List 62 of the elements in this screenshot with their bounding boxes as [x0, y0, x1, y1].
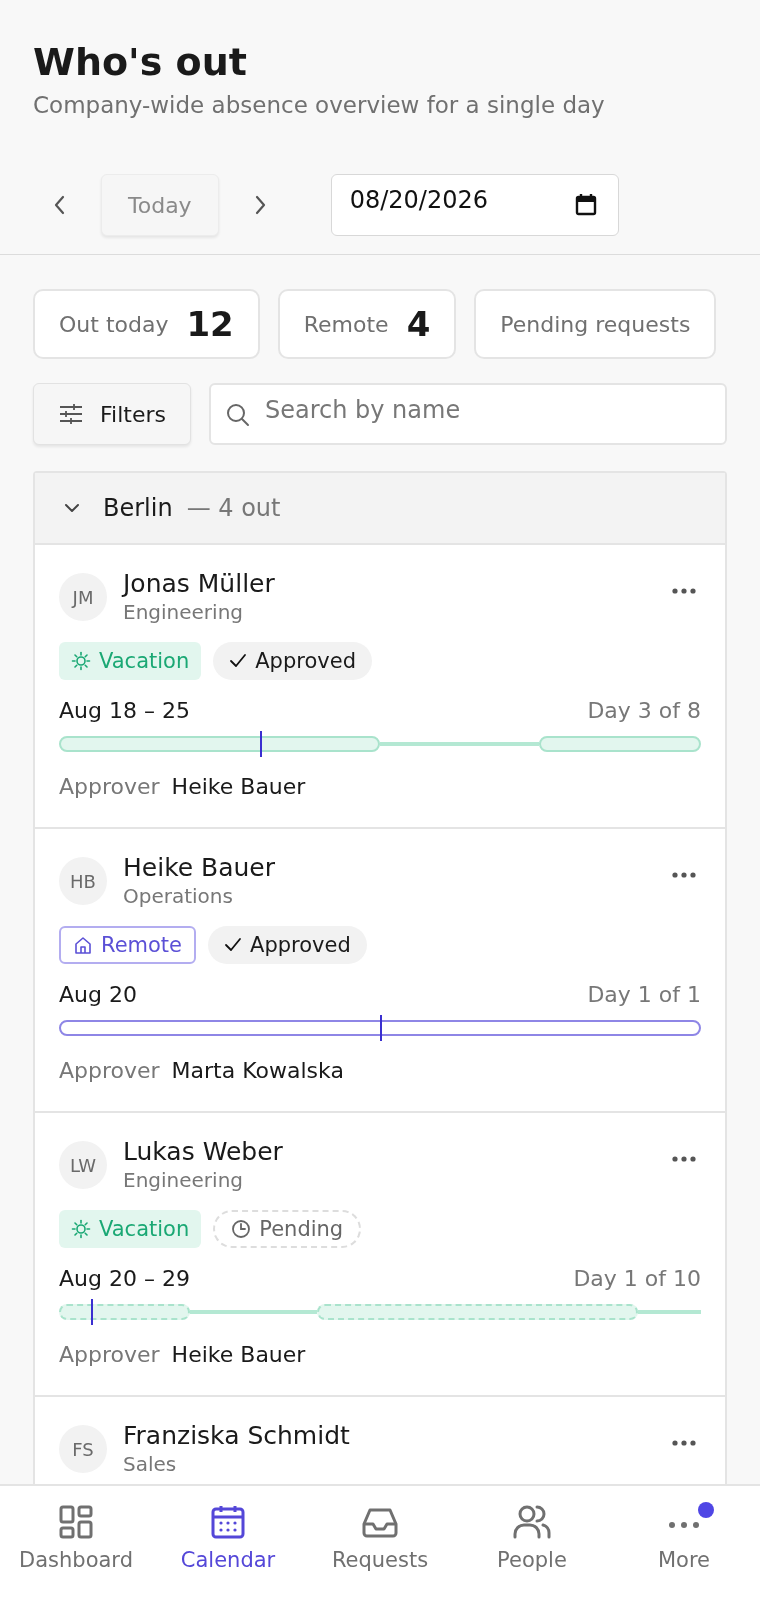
home-icon	[73, 935, 93, 955]
avatar: JM	[59, 573, 107, 621]
search-field[interactable]: Search by name	[208, 383, 727, 445]
approver-name: Heike Bauer	[171, 774, 306, 799]
nav-tab[interactable]: Calendar	[152, 1486, 304, 1600]
check-icon	[224, 937, 243, 953]
avatar: HB	[59, 857, 107, 905]
clock-icon	[231, 1219, 252, 1239]
stat-value: 4	[406, 304, 431, 344]
person-name: Heike Bauer	[123, 853, 276, 882]
sun-icon	[71, 651, 91, 671]
sun-icon	[71, 1219, 91, 1239]
people-icon	[513, 1504, 551, 1540]
person-name: Lukas Weber	[123, 1137, 284, 1166]
more-icon	[666, 1522, 702, 1528]
department: Engineering	[123, 600, 244, 624]
approver-label: Approver	[59, 774, 160, 799]
stat-label: Remote	[303, 311, 389, 337]
page-subtitle: Company-wide absence overview for a single day	[33, 92, 606, 118]
chevron-icon	[63, 502, 81, 514]
stat-label: Out today	[59, 311, 169, 337]
check-icon	[229, 653, 248, 669]
approver-label: Approver	[59, 1058, 160, 1083]
nav-tab[interactable]: Requests	[304, 1486, 456, 1600]
date-range: Aug 20 – 29	[59, 1266, 190, 1291]
absence-type-tag: Vacation	[59, 1210, 202, 1248]
status-tag: Approved	[213, 642, 372, 680]
avatar: FS	[59, 1425, 107, 1473]
nav-tab[interactable]: Dashboard	[0, 1486, 152, 1600]
dashboard-icon	[58, 1504, 94, 1540]
nav-tab[interactable]: More	[608, 1486, 760, 1600]
status-tag: Pending	[213, 1210, 362, 1248]
department: Sales	[123, 1452, 178, 1476]
date-range: Aug 20	[59, 982, 137, 1007]
page-title: Who's out	[33, 40, 248, 84]
stat-value: 12	[186, 304, 234, 344]
date-range: Aug 18 – 25	[59, 698, 190, 723]
day-count: Day 1 of 1	[587, 982, 701, 1007]
avatar: LW	[59, 1141, 107, 1189]
sliders-icon	[58, 403, 84, 425]
absence-type-tag: Remote	[59, 926, 197, 964]
filters-button[interactable]: Filters	[33, 383, 191, 445]
day-count: Day 1 of 10	[573, 1266, 701, 1291]
group-header[interactable]: Berlin — 4 out	[35, 473, 725, 545]
absence-type-tag: Vacation	[59, 642, 202, 680]
calendar-icon[interactable]	[574, 193, 597, 217]
nav-tab[interactable]: People	[456, 1486, 608, 1600]
person-name: Jonas Müller	[123, 569, 276, 598]
status-tag: Approved	[208, 926, 367, 964]
calendar-icon	[210, 1504, 246, 1540]
date-field[interactable]: 08/20/2026	[330, 174, 619, 236]
group-count: — 4 out	[186, 494, 281, 522]
approver-name: Heike Bauer	[171, 1342, 306, 1367]
chevron-left-icon	[53, 194, 67, 216]
approver-name: Marta Kowalska	[171, 1058, 344, 1083]
stat-label: Pending requests	[500, 311, 691, 337]
group-name: Berlin	[103, 494, 173, 522]
approver-label: Approver	[59, 1342, 160, 1367]
department: Operations	[123, 884, 234, 908]
person-name: Franziska Schmidt	[123, 1421, 351, 1450]
day-count: Day 3 of 8	[587, 698, 701, 723]
department: Engineering	[123, 1168, 244, 1192]
